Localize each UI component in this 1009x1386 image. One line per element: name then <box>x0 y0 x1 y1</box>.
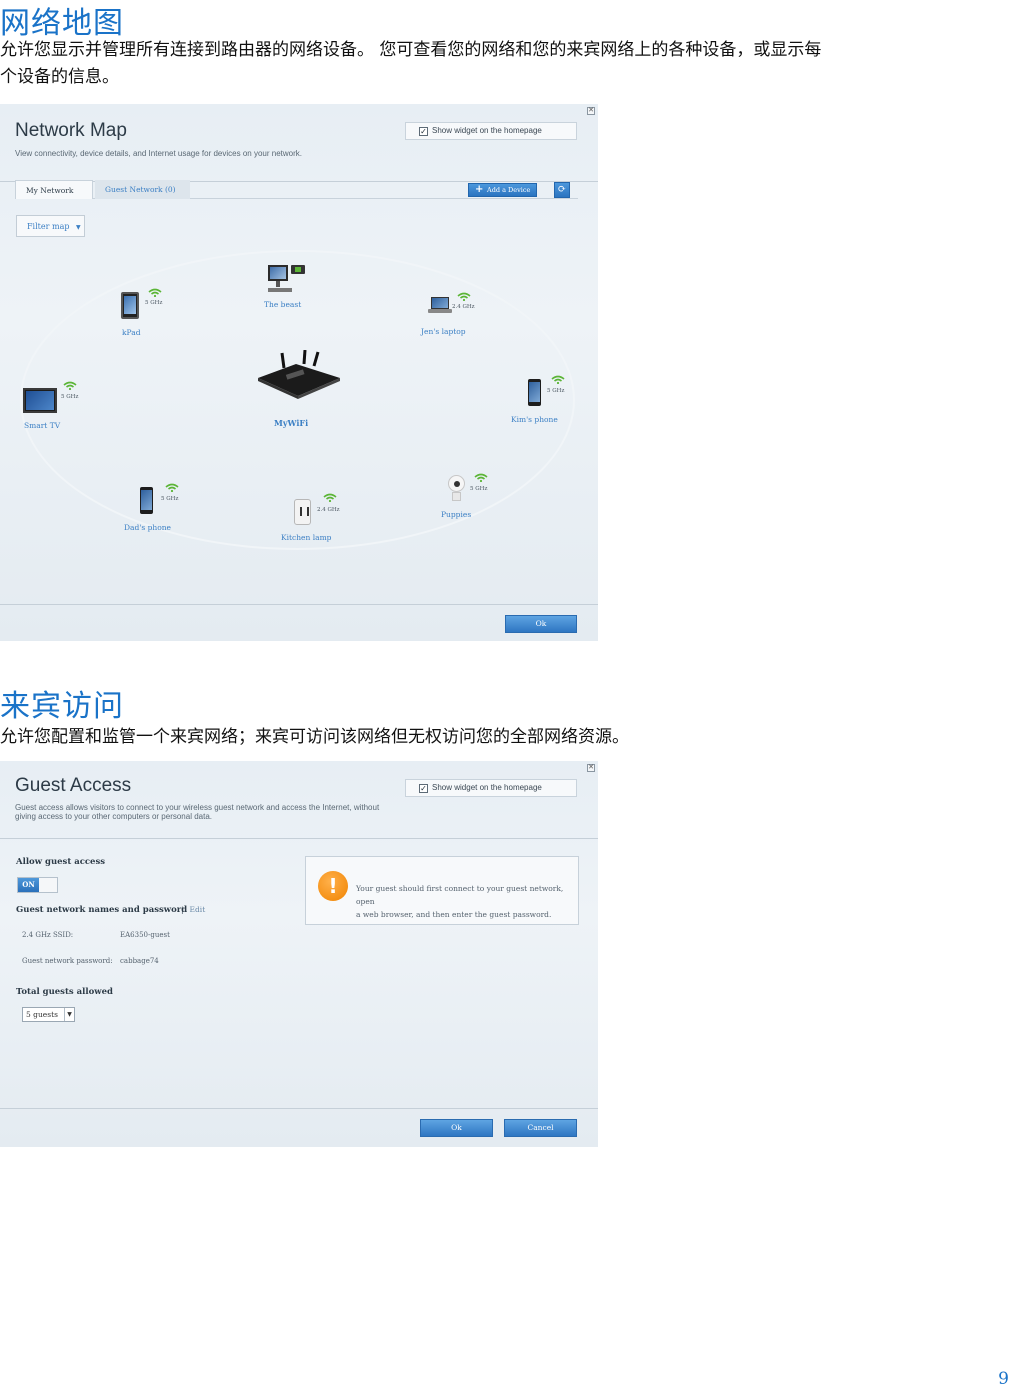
show-widget-checkbox[interactable]: ✓ Show widget on the homepage <box>405 779 577 797</box>
guest-info-line-1: Your guest should first connect to your … <box>356 884 564 906</box>
caret-down-icon: ▼ <box>76 224 81 231</box>
filter-map-label: Filter map <box>27 222 70 231</box>
ssid-value: EA6350-guest <box>120 931 170 939</box>
desktop-icon[interactable] <box>268 265 305 295</box>
camera-icon[interactable] <box>446 475 466 501</box>
section-title-network-map: 网络地图 <box>0 6 124 41</box>
phone-icon[interactable] <box>528 379 541 406</box>
device-name-kitchen-lamp[interactable]: Kitchen lamp <box>281 533 331 542</box>
laptop-icon[interactable] <box>428 297 452 314</box>
guest-info-text: Your guest should first connect to your … <box>356 882 571 921</box>
toggle-on-label: ON <box>18 878 39 892</box>
band-label: 5 GHz <box>161 496 179 502</box>
guest-password-value: cabbage74 <box>120 957 159 965</box>
band-label: 5 GHz <box>61 394 79 400</box>
caret-down-icon: ▼ <box>64 1008 74 1021</box>
add-device-button[interactable]: + Add a Device <box>468 183 537 197</box>
refresh-button[interactable]: ⟳ <box>554 182 570 198</box>
device-name-dads-phone[interactable]: Dad's phone <box>124 523 171 532</box>
device-name-smart-tv[interactable]: Smart TV <box>24 421 60 430</box>
guest-info-line-2: a web browser, and then enter the guest … <box>356 910 552 919</box>
divider <box>0 838 598 839</box>
section-description-guest-access: 允许您配置和监管一个来宾网络；来宾可访问该网络但无权访问您的全部网络资源。 <box>0 727 629 747</box>
panel-subtitle: Guest access allows visitors to connect … <box>15 803 379 821</box>
guest-access-panel: ✕ Guest Access Guest access allows visit… <box>0 761 598 1147</box>
refresh-icon: ⟳ <box>557 184 567 195</box>
show-widget-checkbox[interactable]: ✓ Show widget on the homepage <box>405 122 577 140</box>
wifi-signal-icon <box>551 375 565 384</box>
footer-divider <box>0 1108 598 1109</box>
ok-button[interactable]: Ok <box>505 615 577 633</box>
description-line-2: 个设备的信息。 <box>0 67 119 87</box>
band-label: 5 GHz <box>547 388 565 394</box>
warning-icon: ! <box>318 871 348 901</box>
close-icon[interactable]: ✕ <box>587 107 595 115</box>
page-number: 9 <box>998 1369 1009 1386</box>
panel-title: Network Map <box>15 120 127 141</box>
footer-divider <box>0 604 598 605</box>
device-name-kims-phone[interactable]: Kim's phone <box>511 415 558 424</box>
section-title-guest-access: 来宾访问 <box>0 689 124 724</box>
description-line-1: 允许您显示并管理所有连接到路由器的网络设备。 您可查看您的网络和您的来宾网络上的… <box>0 40 822 60</box>
close-icon[interactable]: ✕ <box>587 764 595 772</box>
wifi-signal-icon <box>148 288 162 297</box>
tab-my-network[interactable]: My Network <box>15 180 93 199</box>
wifi-signal-icon <box>457 292 471 301</box>
wifi-signal-icon <box>63 381 77 390</box>
guest-password-label: Guest network password: <box>22 957 113 965</box>
ssid-label: 2.4 GHz SSID: <box>22 931 74 939</box>
guest-access-toggle[interactable]: ON <box>17 877 58 893</box>
panel-subtitle: View connectivity, device details, and I… <box>15 149 302 158</box>
phone-icon[interactable] <box>140 487 153 514</box>
wifi-signal-icon <box>165 483 179 492</box>
panel-title: Guest Access <box>15 775 132 796</box>
total-guests-select[interactable]: 5 guests ▼ <box>22 1007 75 1022</box>
tab-guest-network[interactable]: Guest Network (0) <box>95 180 190 199</box>
guest-info-box: ! Your guest should first connect to you… <box>305 856 579 925</box>
edit-link[interactable]: | Edit <box>181 905 205 914</box>
device-name-kpad[interactable]: kPad <box>122 328 141 337</box>
band-label: 5 GHz <box>470 486 488 492</box>
wifi-signal-icon <box>323 493 337 502</box>
band-label: 2.4 GHz <box>317 507 340 513</box>
router-icon[interactable] <box>252 350 342 400</box>
total-guests-label: Total guests allowed <box>16 987 113 997</box>
checkmark-icon[interactable]: ✓ <box>419 127 428 136</box>
device-name-the-beast[interactable]: The beast <box>264 300 301 309</box>
show-widget-label: Show widget on the homepage <box>432 783 542 792</box>
cancel-button[interactable]: Cancel <box>504 1119 577 1137</box>
tv-icon[interactable] <box>23 388 57 413</box>
band-label: 5 GHz <box>145 300 163 306</box>
panel-subtitle-line-2: giving access to your other computers or… <box>15 812 212 821</box>
section-description-network-map: 允许您显示并管理所有连接到路由器的网络设备。 您可查看您的网络和您的来宾网络上的… <box>0 37 821 91</box>
add-device-label: Add a Device <box>487 186 531 194</box>
router-name: MyWiFi <box>274 418 309 428</box>
total-guests-value: 5 guests <box>26 1010 58 1019</box>
device-name-puppies[interactable]: Puppies <box>441 510 471 519</box>
show-widget-label: Show widget on the homepage <box>432 126 542 135</box>
guest-network-names-label: Guest network names and password <box>16 905 188 915</box>
filter-map-dropdown[interactable]: Filter map ▼ <box>16 215 85 237</box>
allow-guest-access-label: Allow guest access <box>16 857 106 867</box>
band-label: 2.4 GHz <box>452 304 475 310</box>
plus-icon: + <box>475 184 484 195</box>
ok-button[interactable]: Ok <box>420 1119 493 1137</box>
device-name-jens-laptop[interactable]: Jen's laptop <box>421 327 466 336</box>
wifi-signal-icon <box>474 473 488 482</box>
smart-plug-icon[interactable] <box>294 499 311 525</box>
ethernet-icon <box>291 265 305 274</box>
panel-subtitle-line-1: Guest access allows visitors to connect … <box>15 803 380 812</box>
checkmark-icon[interactable]: ✓ <box>419 784 428 793</box>
tablet-icon[interactable] <box>121 292 139 319</box>
